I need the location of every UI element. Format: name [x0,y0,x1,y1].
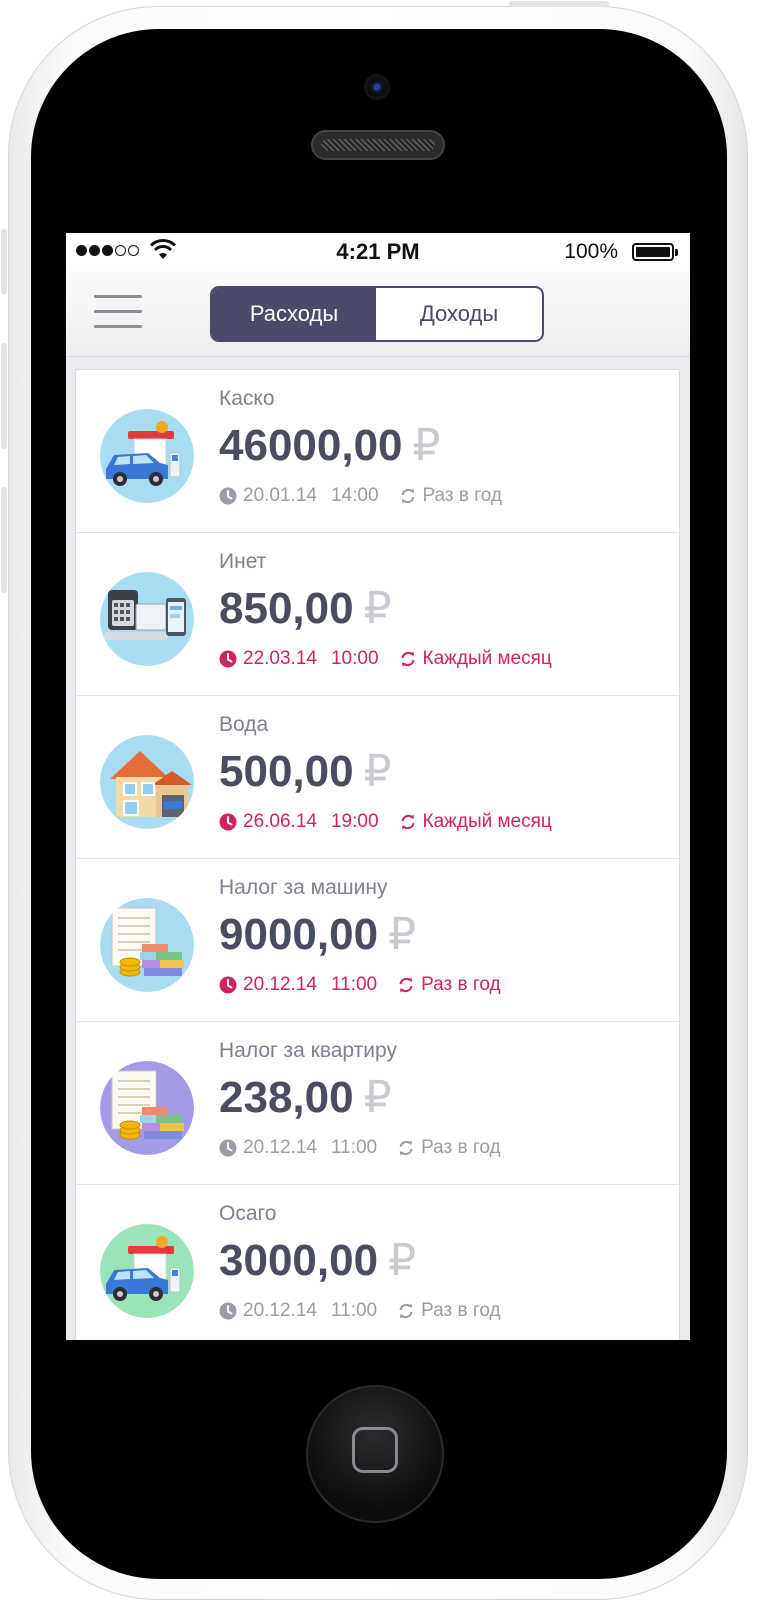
expense-row-6[interactable]: Осаго 3000,00 ₽ 20.12.14 11:00 Раз в год [76,1185,679,1340]
amount-value: 3000,00 [219,1236,379,1285]
due-date: 22.03.14 [243,648,317,669]
due-time: 10:00 [330,648,379,669]
ruble-icon: ₽ [363,584,392,633]
expense-list: Каско 46000,00 ₽ 20.01.14 14:00 Раз в год… [75,369,680,1340]
expense-title: Осаго [219,1202,277,1225]
house-icon [100,735,194,829]
repeat-interval: Каждый месяц [422,811,552,832]
due-date: 20.01.14 [243,485,317,506]
phone-internet-icon [100,572,194,666]
expense-title: Каско [219,387,275,410]
ruble-icon: ₽ [412,421,441,470]
expense-row-2[interactable]: Инет 850,00 ₽ 22.03.14 10:00 Каждый месяц [76,533,679,696]
clock-icon [219,1302,237,1320]
expense-schedule: 20.12.14 11:00 Раз в год [219,1137,501,1159]
due-date: 20.12.14 [243,1137,317,1158]
expense-income-segmented-control: Расходы Доходы [210,286,544,342]
expense-amount: 850,00 ₽ [219,583,392,634]
due-time: 11:00 [330,974,378,995]
volume-down-button [1,487,7,593]
earpiece-speaker [311,130,445,160]
clock-icon [219,1139,237,1157]
due-date: 20.12.14 [243,974,317,995]
due-time: 11:00 [330,1137,378,1158]
repeat-interval: Раз в год [421,1300,501,1321]
expense-icon [100,572,194,666]
repeat-icon [401,651,415,667]
power-button [509,1,609,7]
repeat-interval: Раз в год [422,485,503,506]
ruble-icon: ₽ [388,910,417,959]
expense-icon [100,898,194,992]
expense-schedule: 26.06.14 19:00 Каждый месяц [219,811,552,833]
expense-icon [100,1061,194,1155]
expense-row-3[interactable]: Вода 500,00 ₽ 26.06.14 19:00 Каждый месяц [76,696,679,859]
expense-row-1[interactable]: Каско 46000,00 ₽ 20.01.14 14:00 Раз в год [76,370,679,533]
due-time: 11:00 [330,1300,378,1321]
clock-icon [219,487,237,505]
tax-money-icon [100,898,194,992]
repeat-interval: Раз в год [421,1137,501,1158]
expense-icon [100,409,194,503]
gas-station-car-icon [100,409,194,503]
amount-value: 9000,00 [219,910,379,959]
nav-bar: Расходы Доходы [66,271,690,357]
expense-title: Налог за машину [219,876,388,899]
battery-icon [632,243,678,261]
amount-value: 46000,00 [219,421,403,470]
repeat-icon [399,1303,413,1319]
ruble-icon: ₽ [388,1236,417,1285]
clock-icon [219,813,237,831]
volume-up-button [1,343,7,449]
gas-station-car-icon [100,1224,194,1318]
expense-icon [100,735,194,829]
mute-switch [1,229,7,295]
expense-title: Налог за квартиру [219,1039,397,1062]
tax-money-icon [100,1061,194,1155]
expense-amount: 238,00 ₽ [219,1072,392,1123]
due-time: 14:00 [330,485,379,506]
repeat-icon [401,814,415,830]
tab-expenses[interactable]: Расходы [212,288,376,340]
expense-schedule: 20.01.14 14:00 Раз в год [219,485,502,507]
expense-title: Вода [219,713,269,736]
home-button[interactable] [306,1385,444,1523]
amount-value: 238,00 [219,1073,354,1122]
battery-percent: 100% [564,240,618,263]
due-date: 20.12.14 [243,1300,317,1321]
repeat-interval: Каждый месяц [422,648,552,669]
ruble-icon: ₽ [363,1073,392,1122]
status-bar: 4:21 PM 100% [66,233,690,271]
repeat-icon [401,488,415,504]
expense-amount: 3000,00 ₽ [219,1235,416,1286]
expense-schedule: 20.12.14 11:00 Раз в год [219,974,501,996]
repeat-icon [399,977,413,993]
ruble-icon: ₽ [363,747,392,796]
amount-value: 500,00 [219,747,354,796]
repeat-icon [399,1140,413,1156]
expense-amount: 9000,00 ₽ [219,909,416,960]
expense-row-5[interactable]: Налог за квартиру 238,00 ₽ 20.12.14 11:00… [76,1022,679,1185]
app-screen: 4:21 PM 100% Расходы Доходы Каско 46000,… [66,233,690,1340]
clock-icon [219,976,237,994]
expense-icon [100,1224,194,1318]
expense-row-4[interactable]: Налог за машину 9000,00 ₽ 20.12.14 11:00 … [76,859,679,1022]
tab-income[interactable]: Доходы [376,288,542,340]
hamburger-menu-icon[interactable] [94,295,142,331]
expense-title: Инет [219,550,267,573]
expense-amount: 46000,00 ₽ [219,420,441,471]
due-date: 26.06.14 [243,811,317,832]
amount-value: 850,00 [219,584,354,633]
due-time: 19:00 [330,811,379,832]
clock-icon [219,650,237,668]
home-square-icon [352,1427,398,1473]
expense-schedule: 22.03.14 10:00 Каждый месяц [219,648,552,670]
repeat-interval: Раз в год [421,974,501,995]
front-camera [364,74,390,100]
expense-schedule: 20.12.14 11:00 Раз в год [219,1300,501,1322]
expense-amount: 500,00 ₽ [219,746,392,797]
